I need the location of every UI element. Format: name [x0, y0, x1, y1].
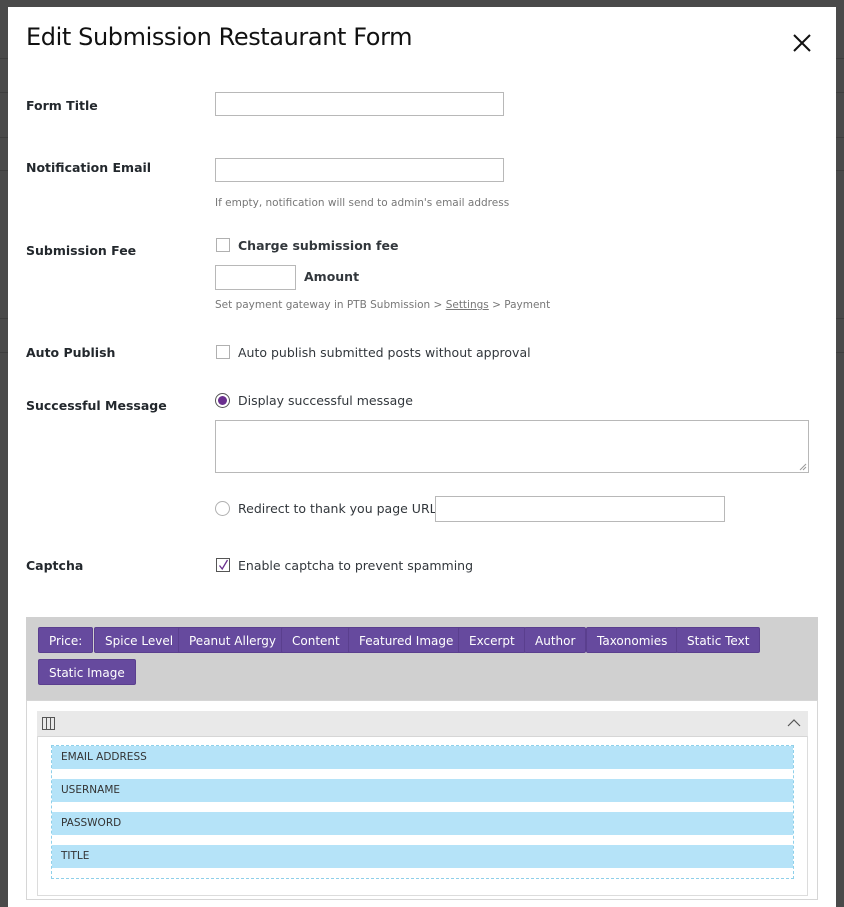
field-button-static-text[interactable]: Static Text	[676, 627, 761, 653]
layout-field-email-address[interactable]: EMAIL ADDRESS	[52, 746, 793, 769]
layout-field-password[interactable]: PASSWORD	[52, 812, 793, 835]
field-button-static-image[interactable]: Static Image	[38, 659, 136, 685]
charge-fee-checkbox[interactable]	[216, 238, 230, 252]
auto-publish-label: Auto Publish	[26, 345, 116, 360]
notification-email-help: If empty, notification will send to admi…	[215, 197, 510, 209]
field-button-excerpt[interactable]: Excerpt	[458, 627, 526, 653]
captcha-label: Captcha	[26, 558, 84, 573]
display-message-label: Display successful message	[238, 393, 413, 408]
field-button-price[interactable]: Price:	[38, 627, 94, 653]
captcha-option-label: Enable captcha to prevent spamming	[238, 558, 474, 573]
notification-email-label: Notification Email	[26, 160, 152, 175]
field-button-author[interactable]: Author	[524, 627, 587, 653]
field-button-featured-image[interactable]: Featured Image	[348, 627, 465, 653]
layout-field-username[interactable]: USERNAME	[52, 779, 793, 802]
payment-gateway-help: Set payment gateway in PTB Submission > …	[215, 299, 550, 311]
form-title-label: Form Title	[26, 98, 98, 113]
fields-drop-zone[interactable]: EMAIL ADDRESS USERNAME PASSWORD TITLE	[51, 745, 794, 879]
layout-field-title[interactable]: TITLE	[52, 845, 793, 868]
auto-publish-checkbox[interactable]	[216, 345, 230, 359]
resize-grip-icon[interactable]	[799, 463, 807, 471]
checkmark-icon	[218, 559, 229, 571]
help-prefix: Set payment gateway in PTB Submission >	[215, 299, 446, 311]
display-message-radio[interactable]	[215, 393, 230, 408]
redirect-radio[interactable]	[215, 501, 230, 516]
columns-icon[interactable]	[42, 717, 56, 730]
help-suffix: > Payment	[488, 299, 551, 311]
submission-fee-label: Submission Fee	[26, 243, 137, 258]
field-button-content[interactable]: Content	[281, 627, 351, 653]
charge-fee-label: Charge submission fee	[238, 238, 399, 253]
field-button-peanut-allergy[interactable]: Peanut Allergy	[178, 627, 287, 653]
chevron-up-icon[interactable]	[787, 718, 801, 727]
field-button-spice-level[interactable]: Spice Level	[94, 627, 185, 653]
settings-link[interactable]: Settings	[446, 299, 489, 311]
form-title-input[interactable]	[215, 92, 504, 116]
close-button[interactable]	[790, 31, 814, 55]
notification-email-input[interactable]	[215, 158, 504, 182]
amount-label: Amount	[304, 269, 360, 284]
form-layout-builder: EMAIL ADDRESS USERNAME PASSWORD TITLE	[26, 700, 818, 900]
available-fields-bar: Price: Spice Level Peanut Allergy Conten…	[26, 617, 818, 700]
layout-section-header[interactable]	[37, 711, 808, 737]
modal-title: Edit Submission Restaurant Form	[26, 23, 413, 51]
edit-form-modal: Edit Submission Restaurant Form Form Tit…	[8, 7, 836, 907]
successful-message-textarea[interactable]	[215, 420, 809, 473]
successful-message-label: Successful Message	[26, 398, 167, 413]
amount-input[interactable]	[215, 265, 296, 290]
auto-publish-option-label: Auto publish submitted posts without app…	[238, 345, 531, 360]
redirect-label: Redirect to thank you page URL:	[238, 501, 441, 516]
layout-section-body: EMAIL ADDRESS USERNAME PASSWORD TITLE	[37, 736, 808, 896]
captcha-checkbox[interactable]	[216, 558, 230, 572]
redirect-url-input[interactable]	[435, 496, 725, 522]
close-icon	[793, 34, 811, 52]
field-button-taxonomies[interactable]: Taxonomies	[586, 627, 679, 653]
